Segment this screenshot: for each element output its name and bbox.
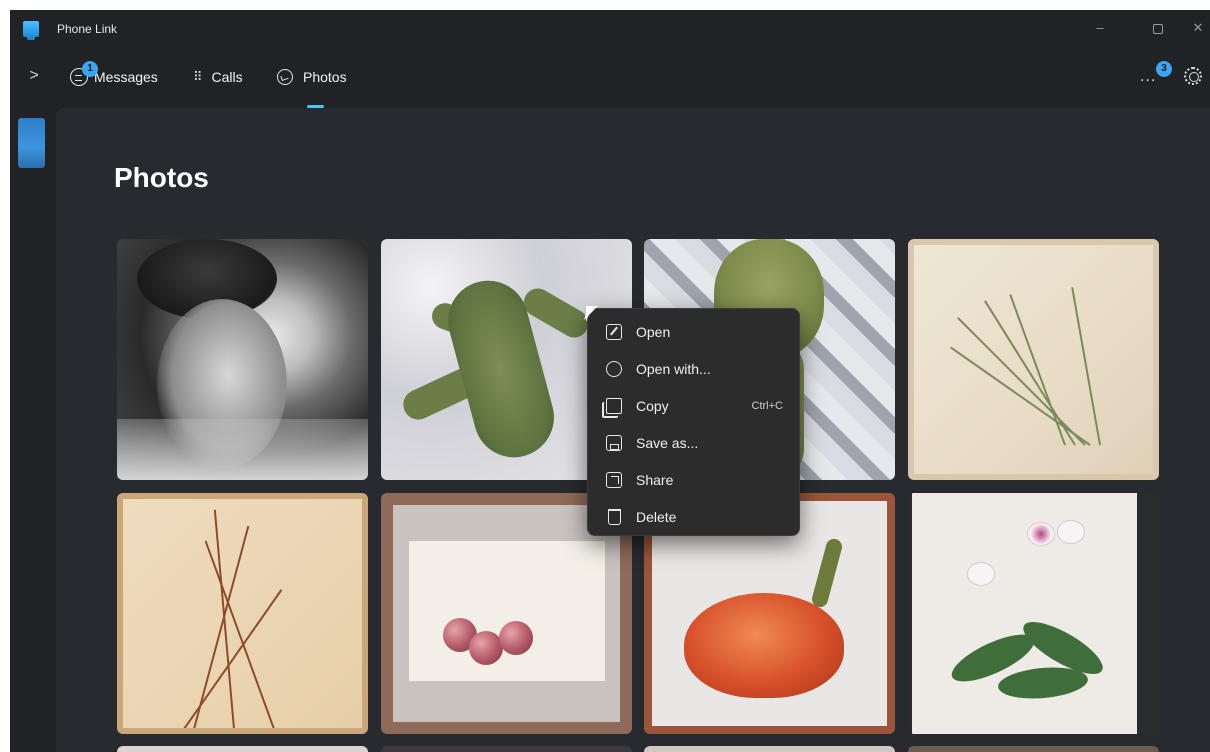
menu-item-open-with[interactable]: Open with... [592,352,797,386]
notifications-badge: 3 [1156,61,1172,77]
menu-item-save-as[interactable]: Save as... [592,426,797,460]
menu-item-share[interactable]: Share [592,463,797,497]
gear-icon[interactable] [1184,67,1202,85]
menu-item-label: Copy [636,398,669,414]
menu-item-open[interactable]: Open [592,315,797,349]
app-title: Phone Link [57,22,118,36]
phone-link-window: Phone Link – ✕ > Messages 1 ⠿ Calls Phot… [10,10,1210,752]
tab-photos-label: Photos [303,69,347,85]
photo-thumbnail[interactable] [117,239,368,480]
close-button[interactable]: ✕ [1188,18,1208,38]
open-with-icon [606,361,622,377]
menu-item-copy[interactable]: Copy Ctrl+C [592,389,797,423]
mouse-cursor-icon [586,306,598,322]
menu-item-delete[interactable]: Delete [592,500,797,534]
photos-icon [277,69,293,85]
photo-thumbnail[interactable] [381,746,632,752]
menu-item-label: Open [636,324,671,340]
tab-photos[interactable]: Photos [277,64,347,90]
device-rail [10,108,54,752]
minimize-button[interactable]: – [1090,18,1110,38]
menu-item-label: Share [636,472,674,488]
photo-thumbnail[interactable] [908,239,1159,480]
menu-item-label: Open with... [636,361,711,377]
tab-messages-label: Messages [94,69,158,85]
page-title: Photos [114,162,209,193]
photo-thumbnail[interactable] [644,746,895,752]
photo-thumbnail[interactable] [117,746,368,752]
photo-thumbnail[interactable] [117,493,368,734]
top-navigation: > Messages 1 ⠿ Calls Photos ... 3 [10,48,1210,108]
photo-thumbnail[interactable] [908,493,1159,734]
copy-shortcut: Ctrl+C [751,400,783,412]
photo-context-menu: Open Open with... Copy Ctrl+C Save as...… [587,308,800,536]
tab-calls-label: Calls [211,69,243,85]
menu-item-label: Save as... [636,435,699,451]
copy-icon [606,398,622,414]
calls-dialpad-icon: ⠿ [193,69,202,84]
title-bar: Phone Link – ✕ [10,10,1210,48]
share-icon [606,472,622,488]
phone-link-app-icon [23,21,39,40]
photo-thumbnail[interactable] [908,746,1159,752]
tab-calls[interactable]: ⠿ Calls [193,64,243,90]
menu-item-label: Delete [636,509,677,525]
open-edit-icon [606,324,622,340]
maximize-icon [1153,23,1163,34]
phone-device-thumbnail[interactable] [18,118,45,168]
more-options-button[interactable]: ... [1140,68,1156,86]
save-icon [606,435,622,451]
messages-unread-badge: 1 [82,61,98,77]
delete-icon [608,509,621,525]
maximize-button[interactable] [1148,18,1168,38]
expand-sidebar-button[interactable]: > [24,64,44,88]
